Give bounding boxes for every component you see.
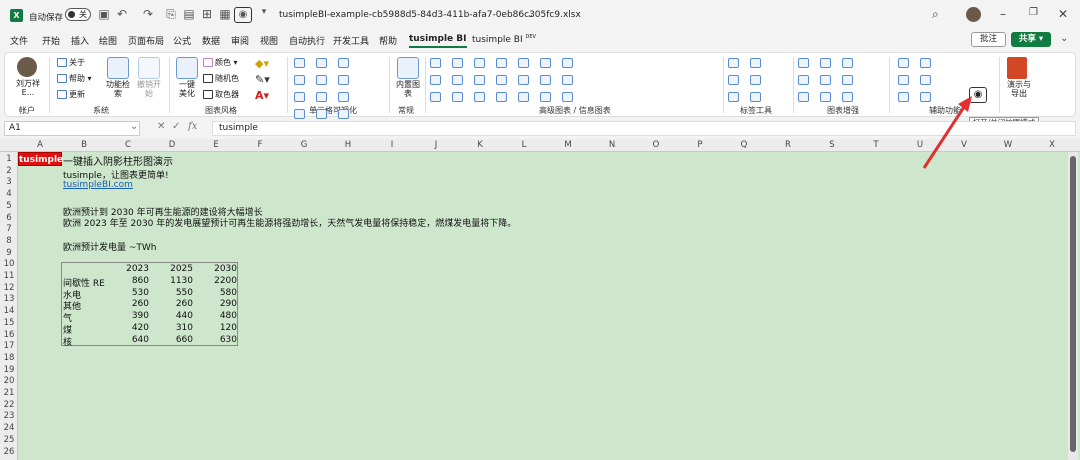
arrow-head <box>958 96 972 112</box>
arrow-line <box>922 103 968 169</box>
annotation-arrow <box>922 96 972 169</box>
